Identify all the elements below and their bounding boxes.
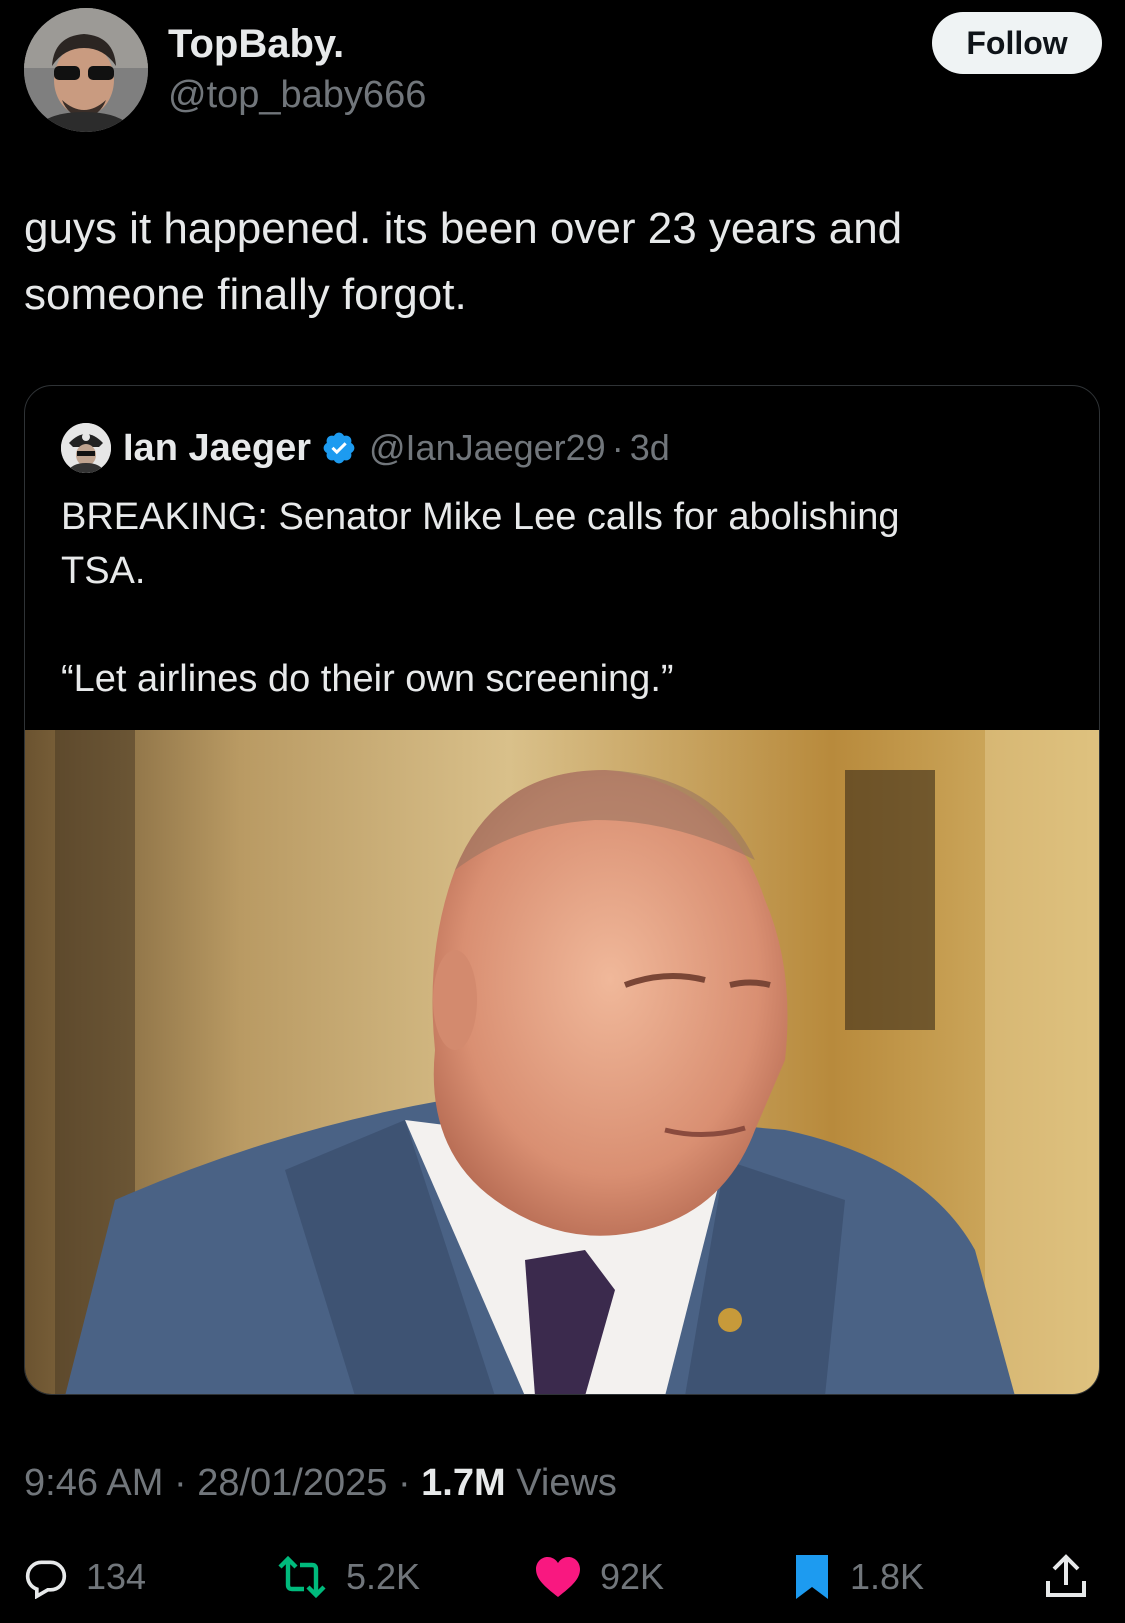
retweet-button[interactable]: 5.2K (276, 1545, 420, 1609)
author-display-name[interactable]: TopBaby. (168, 22, 344, 67)
separator-dot: · (163, 1462, 198, 1504)
tweet-date[interactable]: 28/01/2025 (197, 1462, 387, 1504)
verified-badge-icon (323, 432, 355, 464)
author-avatar[interactable] (24, 8, 148, 132)
quoted-tweet-age[interactable]: 3d (630, 427, 670, 469)
tweet-text-line: someone finally forgot. (24, 270, 467, 319)
bookmark-icon (796, 1555, 828, 1599)
tweet-meta: 9:46 AM · 28/01/2025 · 1.7M Views (24, 1462, 617, 1505)
quoted-tweet-header: Ian Jaeger @IanJaeger29 · 3d (61, 422, 670, 474)
views-label: Views (505, 1462, 617, 1504)
like-count: 92K (600, 1556, 665, 1597)
reply-button[interactable]: 134 (24, 1545, 146, 1609)
quoted-tweet-card[interactable]: Ian Jaeger @IanJaeger29 · 3d BREAKING: S… (24, 385, 1100, 1395)
quoted-text-line: BREAKING: Senator Mike Lee calls for abo… (61, 496, 900, 538)
views-count: 1.7M (421, 1462, 506, 1504)
bookmark-count: 1.8K (850, 1556, 925, 1597)
quoted-text-line: TSA. (61, 550, 146, 592)
quoted-author-avatar[interactable] (61, 423, 111, 473)
separator-dot: · (387, 1462, 422, 1504)
tweet-time[interactable]: 9:46 AM (24, 1462, 163, 1504)
quoted-text-quote: “Let airlines do their own screening.” (61, 658, 674, 700)
tweet-header: TopBaby. @top_baby666 Follow (24, 8, 1102, 138)
tweet-text: guys it happened. its been over 23 years… (24, 196, 1084, 328)
share-icon (1046, 1554, 1086, 1597)
quoted-tweet-text: BREAKING: Senator Mike Lee calls for abo… (61, 490, 1061, 706)
retweet-count: 5.2K (346, 1556, 421, 1597)
senator-photo[interactable] (25, 730, 1099, 1394)
reply-icon (25, 1560, 67, 1599)
share-button[interactable] (1044, 1545, 1106, 1609)
bookmark-button[interactable]: 1.8K (792, 1545, 924, 1609)
action-bar: 134 5.2K 92K 1.8K (24, 1545, 1092, 1609)
heart-icon (536, 1557, 580, 1597)
follow-button[interactable]: Follow (932, 12, 1102, 74)
like-button[interactable]: 92K (534, 1545, 664, 1609)
tweet-text-line: guys it happened. its been over 23 years… (24, 204, 903, 253)
quoted-author-name[interactable]: Ian Jaeger (123, 427, 311, 470)
author-handle[interactable]: @top_baby666 (168, 74, 426, 117)
retweet-icon (278, 1555, 326, 1599)
reply-count: 134 (86, 1556, 147, 1597)
quoted-author-handle[interactable]: @IanJaeger29 (369, 427, 606, 469)
separator-dot: · (611, 427, 624, 468)
